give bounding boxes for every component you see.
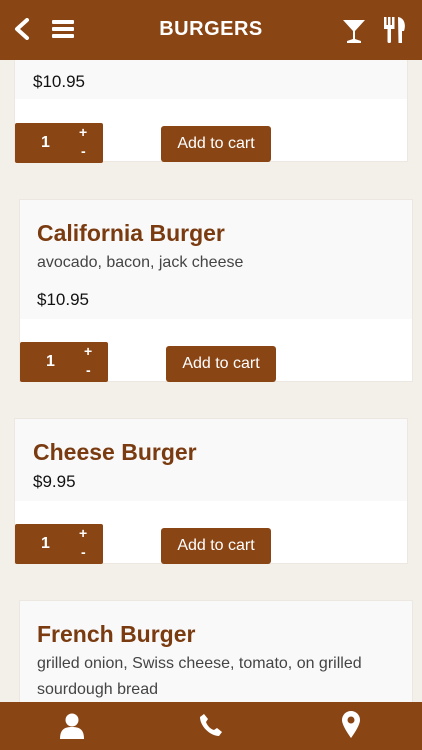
quantity-stepper[interactable]: 1 + - xyxy=(15,123,103,163)
add-to-cart-button[interactable]: Add to cart xyxy=(161,528,271,564)
decrement-button[interactable]: - xyxy=(86,362,91,378)
cocktail-glass-icon[interactable] xyxy=(342,18,366,49)
add-to-cart-button[interactable]: Add to cart xyxy=(161,126,271,162)
item-name: California Burger xyxy=(37,220,225,246)
decrement-button[interactable]: - xyxy=(81,143,86,159)
top-navigation-bar: BURGERS xyxy=(0,0,422,60)
increment-button[interactable]: + xyxy=(79,124,87,140)
increment-button[interactable]: + xyxy=(84,343,92,359)
increment-button[interactable]: + xyxy=(79,525,87,541)
menu-item-card: California Burger avocado, bacon, jack c… xyxy=(19,199,413,382)
add-to-cart-button[interactable]: Add to cart xyxy=(166,346,276,382)
map-pin-icon[interactable] xyxy=(342,711,360,744)
bottom-navigation-bar xyxy=(0,702,422,750)
menu-item-card: Cheese Burger $9.95 1 + - Add to cart xyxy=(14,418,408,564)
item-description: grilled onion, Swiss cheese, tomato, on … xyxy=(37,655,362,698)
decrement-button[interactable]: - xyxy=(81,544,86,560)
item-name: French Burger xyxy=(37,621,196,647)
fork-knife-icon[interactable] xyxy=(383,16,407,49)
item-price: $10.95 xyxy=(33,72,85,91)
quantity-value: 1 xyxy=(41,535,50,552)
quantity-stepper[interactable]: 1 + - xyxy=(15,524,103,564)
item-name: Cheese Burger xyxy=(33,439,197,465)
menu-list[interactable]: $10.95 1 + - Add to cart California Burg… xyxy=(0,0,422,750)
item-description: avocado, bacon, jack cheese xyxy=(37,254,244,271)
quantity-value: 1 xyxy=(41,134,50,151)
phone-icon[interactable] xyxy=(199,713,223,742)
item-price: $9.95 xyxy=(33,472,76,491)
item-price: $10.95 xyxy=(37,290,89,309)
user-icon[interactable] xyxy=(60,713,84,744)
quantity-value: 1 xyxy=(46,353,55,370)
quantity-stepper[interactable]: 1 + - xyxy=(20,342,108,382)
